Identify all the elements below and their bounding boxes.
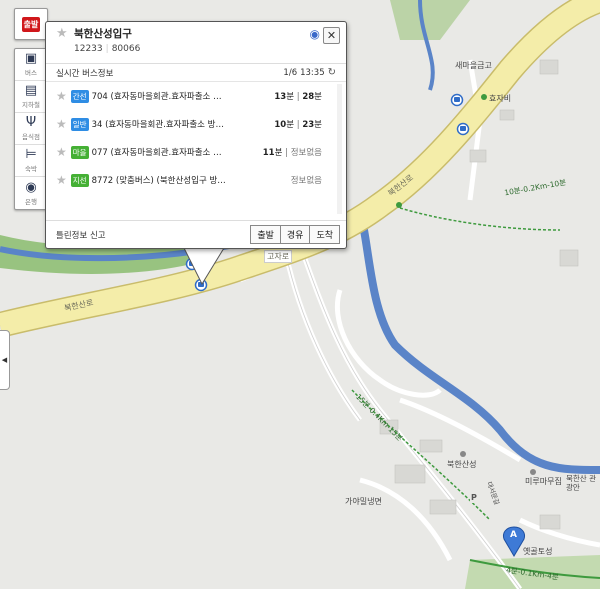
arrival-2-unit: 분	[314, 120, 322, 130]
arrival-2-value: 23	[302, 120, 315, 130]
refresh-icon[interactable]: ↻	[328, 67, 336, 78]
favorite-star-icon[interactable]: ★	[56, 26, 68, 41]
arrival-1-unit: 분	[286, 120, 295, 130]
chevron-left-icon: ◀	[1, 356, 8, 364]
ars-id: 80066	[111, 44, 141, 54]
arrival-times: 13분 | 28분	[274, 90, 322, 102]
category-restaurant[interactable]: Ψ 음식점	[15, 113, 47, 145]
set-destination-button[interactable]: 도착	[309, 225, 340, 244]
favorite-star-icon[interactable]: ★	[56, 173, 67, 187]
realtime-label: 실시간 버스정보	[56, 68, 114, 79]
place-label-bukhansanseong: 북한산성	[447, 460, 477, 469]
set-start-button[interactable]: 출발	[250, 225, 281, 244]
start-label: 출발	[21, 16, 41, 32]
close-button[interactable]: ✕	[323, 27, 340, 44]
arrival-1-unit: 분	[286, 92, 295, 102]
popup-footer: 틀린정보 신고 출발 경유 도착	[46, 220, 346, 248]
close-icon: ✕	[326, 29, 337, 42]
bus-route-name[interactable]: 077 (효자동마을회관.효자파출소 …	[92, 146, 260, 158]
place-label-gaya: 가야밀냉면	[345, 497, 382, 506]
bus-row[interactable]: ★ 일반 34 (효자동마을회관.효자파출소 방… 10분 | 23분	[46, 110, 346, 138]
start-button[interactable]: 출발	[14, 8, 48, 40]
set-waypoint-button[interactable]: 경유	[279, 225, 311, 244]
stop-id: 12233	[74, 44, 103, 54]
favorite-star-icon[interactable]: ★	[56, 117, 67, 131]
place-label-saemaeul: 새마을금고	[455, 61, 492, 70]
arrival-2-value: 28	[302, 92, 315, 102]
map-toolbar: 출발 ▣ 버스 ▤ 지하철 Ψ 음식점 ⊨ 숙박 ◉ 은행	[14, 8, 48, 210]
marker-a-label[interactable]: A	[510, 530, 517, 540]
arrival-2-unit: 분	[314, 92, 322, 102]
category-label: 지하철	[22, 101, 40, 109]
bus-type-badge: 일반	[70, 117, 89, 131]
route-buttons: 출발 경유 도착	[250, 225, 340, 244]
category-label: 은행	[25, 197, 37, 206]
bus-stop-popup: ★ 북한산성입구 12233 | 80066 ◉ ✕ 실시간 버스정보 1/6 13:…	[45, 21, 347, 249]
stop-ids: 12233 | 80066	[74, 44, 141, 54]
category-lodging[interactable]: ⊨ 숙박	[15, 145, 47, 177]
arrival-1-value: 13	[274, 92, 287, 102]
favorite-star-icon[interactable]: ★	[56, 89, 67, 103]
arrival-1-value: 11	[262, 148, 275, 158]
update-time: 13:35	[300, 67, 325, 78]
place-label-hyojabi: 효자비	[489, 94, 512, 103]
bus-route-name[interactable]: 704 (효자동마을회관.효자파출소 …	[92, 90, 260, 102]
bus-route-name[interactable]: 34 (효자동마을회관.효자파출소 방…	[92, 118, 260, 130]
collapse-panel-handle[interactable]: ◀	[0, 330, 10, 390]
arrival-times: 11분 | 정보없음	[263, 146, 322, 158]
bus-row[interactable]: ★ 지선 8772 (맞춤버스) (북한산성입구 방… 정보없음	[46, 166, 346, 194]
category-bus[interactable]: ▣ 버스	[15, 49, 47, 81]
category-bank[interactable]: ◉ 은행	[15, 177, 47, 209]
category-label: 숙박	[25, 165, 37, 173]
subway-icon: ▤	[24, 83, 38, 98]
arrival-times: 정보없음	[291, 174, 322, 186]
place-label-gwanri: 북한산 관광안	[566, 474, 596, 492]
bank-icon: ◉	[25, 179, 37, 195]
bus-row[interactable]: ★ 간선 704 (효자동마을회관.효자파출소 … 13분 | 28분	[46, 82, 346, 110]
popup-header: ★ 북한산성입구 12233 | 80066 ◉ ✕	[46, 22, 346, 64]
realtime-bar: 실시간 버스정보 1/6 13:35 ↻	[46, 64, 346, 82]
category-menu: ▣ 버스 ▤ 지하철 Ψ 음식점 ⊨ 숙박 ◉ 은행	[14, 48, 48, 210]
place-label-miru: 미루마무집	[525, 477, 562, 486]
category-label: 음식점	[22, 133, 40, 141]
location-pin-icon[interactable]: ◉	[310, 27, 320, 41]
bus-icon: ▣	[24, 51, 38, 66]
restaurant-icon: Ψ	[25, 115, 37, 130]
page-indicator: 1/6	[283, 67, 298, 78]
category-subway[interactable]: ▤ 지하철	[15, 81, 47, 113]
place-label-yetgol: 옛골토성	[523, 547, 553, 556]
bus-route-name[interactable]: 8772 (맞춤버스) (북한산성입구 방…	[92, 174, 260, 186]
arrival-times: 10분 | 23분	[274, 118, 322, 130]
category-label: 버스	[25, 69, 37, 77]
time-separator: |	[282, 148, 291, 158]
report-error-link[interactable]: 틀린정보 신고	[56, 229, 106, 241]
parking-label: P	[471, 493, 477, 502]
road-label-gojaro: 고자로	[264, 250, 293, 263]
scrollbar[interactable]	[337, 84, 342, 214]
bus-row[interactable]: ★ 마을 077 (효자동마을회관.효자파출소 … 11분 | 정보없음	[46, 138, 346, 166]
bed-icon: ⊨	[25, 147, 37, 162]
bus-type-badge: 마을	[70, 145, 89, 159]
favorite-star-icon[interactable]: ★	[56, 145, 67, 159]
arrival-1-value: 10	[274, 120, 287, 130]
bus-type-badge: 지선	[70, 173, 89, 187]
arrival-2-text: 정보없음	[290, 176, 322, 186]
arrival-2-text: 정보없음	[290, 148, 322, 158]
bus-list: ★ 간선 704 (효자동마을회관.효자파출소 … 13분 | 28분 ★ 일반…	[46, 82, 346, 220]
stop-name: 북한산성입구	[74, 28, 132, 40]
bus-type-badge: 간선	[70, 89, 89, 103]
popup-tail	[184, 248, 225, 286]
